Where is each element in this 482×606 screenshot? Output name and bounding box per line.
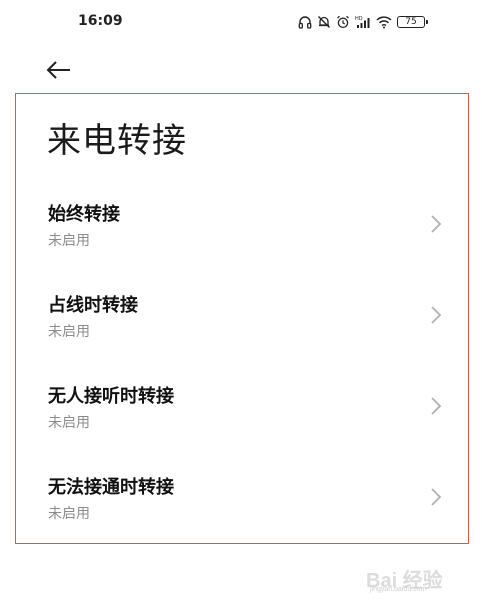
svg-text:HD: HD (355, 16, 363, 22)
chevron-right-icon (431, 397, 442, 415)
option-status: 未启用 (48, 415, 90, 431)
status-bar: 16:09 HD 75 (0, 0, 482, 44)
battery-icon: 75 (397, 16, 428, 28)
option-label: 无人接听时转接 (48, 386, 174, 407)
baidu-watermark: Bai 经验 jingyan.baidu.com (366, 560, 476, 596)
status-time: 16:09 (78, 13, 123, 29)
option-label: 占线时转接 (48, 295, 138, 316)
option-label: 始终转接 (48, 204, 120, 225)
option-always-forward[interactable]: 始终转接 未启用 (16, 190, 468, 268)
option-forward-when-busy[interactable]: 占线时转接 未启用 (16, 281, 468, 359)
status-icons: HD 75 (298, 13, 428, 31)
notifications-off-icon (318, 16, 330, 28)
chevron-right-icon (431, 215, 442, 233)
watermark-url: jingyan.baidu.com (370, 586, 427, 593)
option-label: 无法接通时转接 (48, 477, 174, 498)
arrow-left-icon (46, 61, 70, 79)
option-status: 未启用 (48, 233, 90, 249)
page-title: 来电转接 (47, 121, 187, 161)
option-forward-when-unanswered[interactable]: 无人接听时转接 未启用 (16, 372, 468, 450)
wifi-icon (376, 16, 392, 29)
option-status: 未启用 (48, 506, 90, 522)
option-status: 未启用 (48, 324, 90, 340)
back-button[interactable] (46, 56, 80, 84)
chevron-right-icon (431, 488, 442, 506)
battery-level: 75 (405, 17, 417, 27)
alarm-icon (337, 15, 349, 29)
headphones-icon (298, 16, 312, 29)
call-forwarding-panel: 来电转接 始终转接 未启用 占线时转接 未启用 无人接听时转接 未启用 无法接通… (15, 93, 469, 544)
chevron-right-icon (431, 306, 442, 324)
hd-signal-icon: HD (355, 16, 370, 28)
option-forward-when-unreachable[interactable]: 无法接通时转接 未启用 (16, 463, 468, 541)
